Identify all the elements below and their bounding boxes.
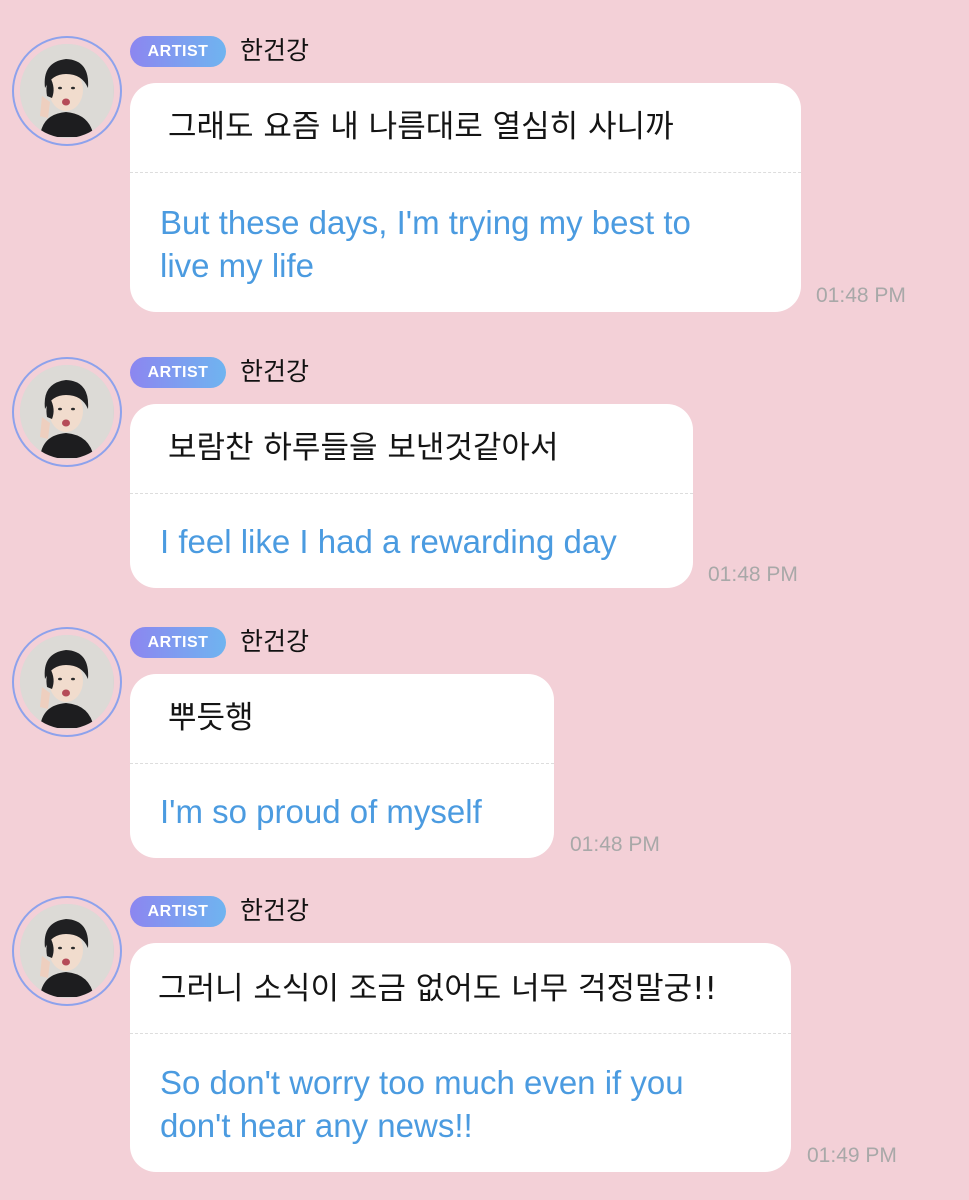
translation-line: don't hear any news!! (160, 1107, 473, 1144)
artist-avatar[interactable] (12, 896, 122, 1006)
translation-line: But these days, I'm trying my best to (160, 204, 691, 241)
message-translation-text: I feel like I had a rewarding day (160, 520, 617, 563)
artist-avatar[interactable] (12, 357, 122, 467)
message-translation-text: But these days, I'm trying my best to li… (160, 201, 691, 287)
message-timestamp: 01:48 PM (708, 563, 798, 586)
sender-name: 한건강 (240, 896, 310, 925)
message-bubble[interactable]: 그러니 소식이 조금 없어도 너무 걱정말궁!! So don't worry … (130, 943, 791, 1172)
message-bubble[interactable]: 그래도 요즘 내 나름대로 열심히 사니까 But these days, I'… (130, 83, 801, 312)
translation-divider (130, 1033, 791, 1034)
message-korean-text: 뿌듯행 (168, 700, 254, 736)
artist-badge: ARTIST (130, 357, 226, 388)
translation-line: I feel like I had a rewarding day (160, 523, 617, 560)
message-korean-text: 보람찬 하루들을 보낸것같아서 (168, 430, 559, 466)
message-translation-text: So don't worry too much even if you don'… (160, 1061, 684, 1147)
sender-name: 한건강 (240, 36, 310, 65)
translation-line: I'm so proud of myself (160, 793, 482, 830)
message-translation-text: I'm so proud of myself (160, 790, 482, 833)
message-korean-text: 그래도 요즘 내 나름대로 열심히 사니까 (168, 109, 674, 145)
avatar-photo (20, 365, 114, 459)
message-timestamp: 01:48 PM (570, 833, 660, 856)
translation-divider (130, 763, 554, 764)
artist-badge: ARTIST (130, 627, 226, 658)
sender-name: 한건강 (240, 627, 310, 656)
translation-line: live my life (160, 247, 315, 284)
translation-divider (130, 493, 693, 494)
message-korean-text: 그러니 소식이 조금 없어도 너무 걱정말궁!! (158, 971, 717, 1007)
avatar-photo (20, 635, 114, 729)
message-bubble[interactable]: 뿌듯행 I'm so proud of myself (130, 674, 554, 858)
artist-badge: ARTIST (130, 896, 226, 927)
translation-line: So don't worry too much even if you (160, 1064, 684, 1101)
translation-divider (130, 172, 801, 173)
sender-name: 한건강 (240, 357, 310, 386)
message-timestamp: 01:49 PM (807, 1144, 897, 1167)
message-timestamp: 01:48 PM (816, 284, 906, 307)
artist-badge: ARTIST (130, 36, 226, 67)
message-bubble[interactable]: 보람찬 하루들을 보낸것같아서 I feel like I had a rewa… (130, 404, 693, 588)
avatar-photo (20, 44, 114, 138)
artist-avatar[interactable] (12, 627, 122, 737)
artist-avatar[interactable] (12, 36, 122, 146)
avatar-photo (20, 904, 114, 998)
